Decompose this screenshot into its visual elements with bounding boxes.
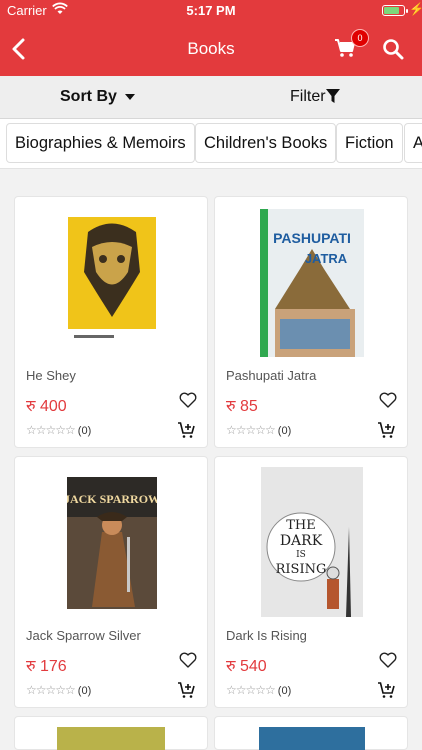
heart-icon[interactable] [379, 392, 397, 409]
sort-filter-bar: Sort By Filter [0, 76, 422, 119]
funnel-icon [325, 89, 340, 103]
category-chip[interactable]: A [404, 123, 422, 163]
svg-text:THE: THE [286, 518, 316, 533]
product-price: रु 85 [226, 398, 258, 415]
add-to-cart-icon[interactable] [177, 421, 195, 439]
product-title[interactable]: Pashupati Jatra [226, 368, 316, 383]
book-cover[interactable] [57, 727, 165, 750]
rating: ☆☆☆☆☆ (0) [26, 423, 91, 437]
sort-by-button[interactable]: Sort By [60, 88, 135, 106]
product-title[interactable]: Jack Sparrow Silver [26, 628, 141, 643]
add-to-cart-icon[interactable] [377, 421, 395, 439]
rating-count: (0) [77, 425, 92, 437]
svg-text:JACK SPARROW: JACK SPARROW [67, 492, 157, 506]
book-cover[interactable]: JACK SPARROW [15, 467, 209, 619]
sort-by-label: Sort By [60, 88, 117, 105]
product-card[interactable]: PASHUPATI JATRA Pashupati Jatra रु 85 ☆☆… [214, 196, 408, 448]
rating: ☆☆☆☆☆ (0) [226, 423, 291, 437]
svg-text:RISING: RISING [276, 562, 327, 577]
heart-icon[interactable] [179, 652, 197, 669]
add-to-cart-icon[interactable] [177, 681, 195, 699]
rating: ☆☆☆☆☆ (0) [226, 683, 291, 697]
product-price: रु 176 [26, 658, 67, 675]
product-card[interactable]: He Shey रु 400 ☆☆☆☆☆ (0) [14, 196, 208, 448]
product-price: रु 400 [26, 398, 67, 415]
status-bar: Carrier 5:17 PM ⚡ [0, 0, 422, 22]
svg-text:IS: IS [296, 550, 306, 560]
add-to-cart-icon[interactable] [377, 681, 395, 699]
product-title[interactable]: Dark Is Rising [226, 628, 307, 643]
cart-count-badge: 0 [351, 29, 369, 47]
book-cover[interactable]: THE DARK IS RISING [215, 467, 409, 619]
star-rating-icon: ☆☆☆☆☆ [226, 423, 276, 437]
star-rating-icon: ☆☆☆☆☆ [26, 423, 76, 437]
product-card[interactable]: THE DARK IS RISING Dark Is Rising रु 540… [214, 456, 408, 708]
category-chip[interactable]: Fiction [336, 123, 403, 163]
book-cover[interactable] [259, 727, 365, 750]
product-card[interactable] [14, 716, 208, 750]
svg-text:JATRA: JATRA [305, 251, 348, 266]
svg-text:DARK: DARK [280, 533, 323, 549]
heart-icon[interactable] [379, 652, 397, 669]
category-chip[interactable]: Biographies & Memoirs [6, 123, 195, 163]
clock: 5:17 PM [186, 3, 236, 18]
rating-count: (0) [77, 685, 92, 697]
product-price: रु 540 [226, 658, 267, 675]
book-cover[interactable] [15, 207, 209, 359]
charging-icon: ⚡ [409, 2, 422, 16]
rating-count: (0) [277, 685, 292, 697]
heart-icon[interactable] [179, 392, 197, 409]
app-header: Carrier 5:17 PM ⚡ Books 0 [0, 0, 422, 76]
star-rating-icon: ☆☆☆☆☆ [226, 683, 276, 697]
filter-button[interactable]: Filter [290, 88, 340, 106]
rating: ☆☆☆☆☆ (0) [26, 683, 91, 697]
battery-icon [382, 5, 408, 16]
star-rating-icon: ☆☆☆☆☆ [26, 683, 76, 697]
product-title[interactable]: He Shey [26, 368, 76, 383]
search-icon[interactable] [382, 38, 404, 60]
rating-count: (0) [277, 425, 292, 437]
filter-label: Filter [290, 88, 326, 105]
caret-down-icon [124, 93, 135, 100]
svg-text:PASHUPATI: PASHUPATI [273, 230, 351, 246]
category-tabs: Biographies & Memoirs Children's Books F… [0, 119, 422, 169]
book-cover[interactable]: PASHUPATI JATRA [215, 207, 409, 359]
category-chip[interactable]: Children's Books [195, 123, 337, 163]
nav-bar: Books 0 [0, 22, 422, 76]
product-card[interactable]: JACK SPARROW Jack Sparrow Silver रु 176 … [14, 456, 208, 708]
product-card[interactable] [214, 716, 408, 750]
